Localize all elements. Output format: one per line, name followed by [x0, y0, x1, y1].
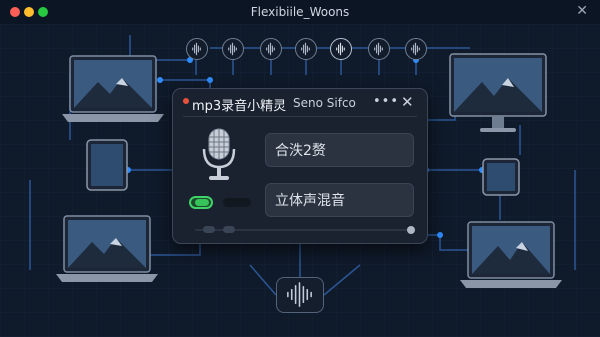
window-close-icon[interactable]: ✕	[576, 3, 588, 19]
progress-handle[interactable]	[407, 226, 415, 234]
recording-indicator	[183, 98, 189, 104]
more-icon[interactable]: •••	[373, 94, 399, 109]
laptop-icon	[56, 215, 158, 282]
app-window: Flexibiile_Woons ✕ mp3录音小精灵 Seno Sifco •…	[0, 0, 600, 337]
track-marker	[223, 226, 235, 233]
track-marker	[203, 226, 215, 233]
audio-wave-icon[interactable]	[186, 38, 208, 60]
record-toggle[interactable]	[189, 196, 213, 209]
window-title: Flexibiile_Woons	[250, 5, 350, 19]
app-panel: mp3录音小精灵 Seno Sifco ••• ✕ 合泆2赘 立体声混音	[172, 88, 428, 244]
audio-wave-icon[interactable]	[260, 38, 282, 60]
laptop-icon	[460, 221, 562, 288]
tablet-icon	[86, 139, 128, 191]
level-indicator	[223, 198, 251, 207]
laptop-icon	[62, 55, 164, 122]
app-title: mp3录音小精灵	[192, 99, 287, 114]
audio-wave-icon[interactable]	[368, 38, 390, 60]
stereo-mix-button[interactable]: 立体声混音	[265, 183, 414, 217]
phone-icon	[482, 158, 520, 196]
app-subtitle: Seno Sifco	[293, 96, 356, 110]
audio-wave-icon[interactable]	[405, 38, 427, 60]
audio-wave-icon[interactable]	[330, 38, 352, 60]
toggle-knob	[195, 199, 209, 206]
desktop-monitor-icon	[449, 53, 547, 132]
audio-wave-icon[interactable]	[295, 38, 317, 60]
mix-option-button[interactable]: 合泆2赘	[265, 133, 414, 167]
close-icon[interactable]: ✕	[401, 93, 414, 111]
audio-hub-icon[interactable]	[276, 277, 324, 313]
microphone-icon	[202, 128, 236, 180]
title-bar: Flexibiile_Woons ✕	[0, 0, 600, 24]
panel-divider	[183, 116, 417, 117]
audio-wave-icon[interactable]	[222, 38, 244, 60]
